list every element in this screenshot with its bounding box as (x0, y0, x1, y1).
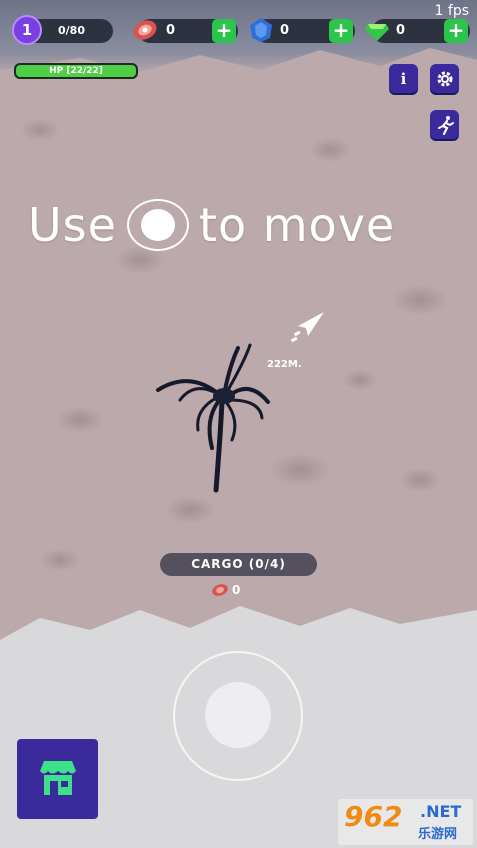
add-green-gem-button[interactable]: + (444, 19, 468, 43)
xp-text: 0/80 (58, 24, 85, 37)
joystick-hint-icon (126, 199, 189, 251)
add-meat-button[interactable]: + (212, 19, 236, 43)
blue-gem-icon (250, 18, 272, 42)
hint-text-after: to move (198, 198, 396, 252)
watermark-suffix: .NET (420, 802, 462, 821)
cargo-meat-count: 0 (232, 583, 241, 597)
gear-icon (437, 71, 452, 86)
shop-icon (39, 761, 76, 795)
meat-value: 0 (166, 23, 176, 38)
green-gem-icon (365, 24, 389, 41)
watermark-chinese: 乐游网 (418, 827, 458, 842)
hint-text-before: Use (28, 198, 117, 252)
watermark-number: 962 (344, 800, 403, 833)
info-button[interactable]: i (389, 64, 418, 93)
meat-icon (212, 584, 228, 596)
running-man-icon (437, 115, 454, 135)
direction-arrow-icon (290, 312, 324, 343)
blue-gem-value: 0 (280, 23, 290, 38)
move-hint: Use to move (28, 190, 458, 260)
shop-button[interactable] (17, 739, 98, 819)
meat-icon (133, 20, 157, 40)
settings-button[interactable] (430, 64, 459, 93)
cargo-label: CARGO (0/4) (160, 553, 317, 576)
joystick-knob[interactable] (205, 682, 271, 748)
green-gem-value: 0 (396, 23, 406, 38)
sprint-button[interactable] (430, 110, 459, 139)
info-icon: i (400, 69, 407, 88)
level-badge: 1 (12, 15, 42, 45)
fps-counter: 1 fps (434, 3, 469, 19)
hp-text: HP [22/22] (49, 66, 103, 76)
spider-creature (156, 343, 270, 493)
add-blue-gem-button[interactable]: + (329, 19, 353, 43)
